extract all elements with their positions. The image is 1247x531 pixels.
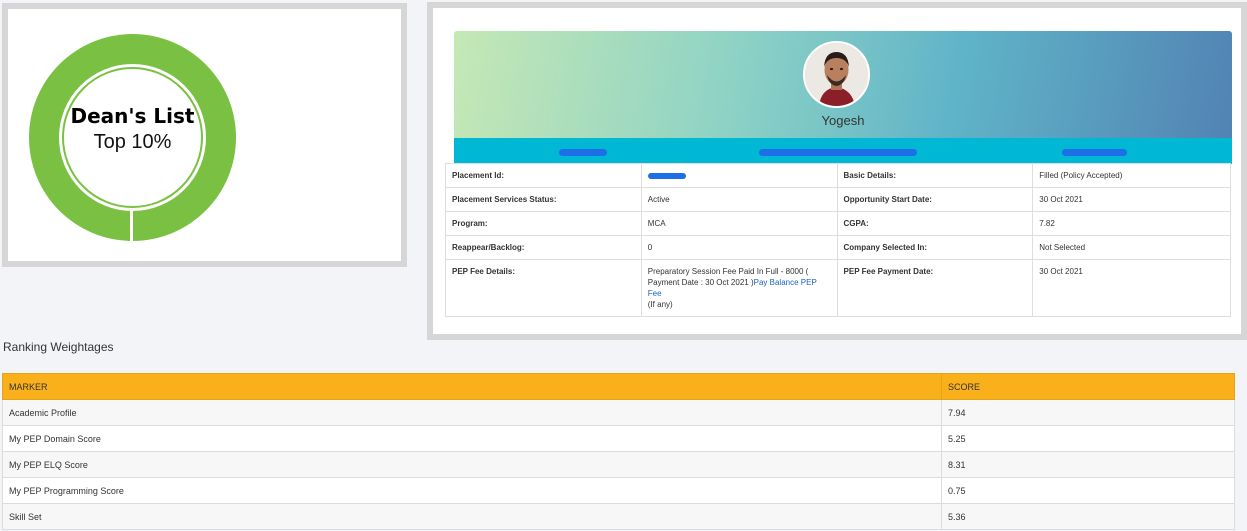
detail-label: Placement Services Status: (445, 187, 642, 212)
detail-value: Active (640, 187, 838, 212)
deans-list-subtitle: Top 10% (93, 131, 172, 153)
marker-cell: My PEP ELQ Score (2, 451, 942, 478)
detail-label: Company Selected In: (836, 235, 1034, 260)
profile-info-strip (454, 138, 1232, 164)
score-cell: 5.36 (941, 503, 1235, 530)
deans-list-donut: Dean's List Top 10% (29, 34, 236, 244)
marker-cell: Skill Set (2, 503, 942, 530)
detail-label: Placement Id: (445, 163, 642, 188)
detail-value (640, 163, 838, 188)
marker-cell: My PEP Domain Score (2, 425, 942, 452)
detail-value: Filled (Policy Accepted) (1032, 163, 1231, 188)
table-row: Reappear/Backlog: 0 Company Selected In:… (445, 235, 1231, 260)
detail-label: Opportunity Start Date: (836, 187, 1034, 212)
table-row: My PEP ELQ Score 8.31 (2, 451, 1235, 478)
table-row: Program: MCA CGPA: 7.82 (445, 211, 1231, 236)
table-row: Skill Set 5.36 (2, 503, 1235, 530)
pep-fee-suffix: (If any) (647, 300, 673, 309)
ranking-table: MARKER SCORE Academic Profile 7.94 My PE… (2, 373, 1235, 530)
table-header-row: MARKER SCORE (2, 373, 1235, 400)
redaction-mark (1062, 149, 1127, 156)
detail-label: Reappear/Backlog: (445, 235, 642, 260)
table-row: My PEP Programming Score 0.75 (2, 477, 1235, 504)
redaction-mark (647, 173, 686, 179)
detail-value: 30 Oct 2021 (1032, 259, 1231, 317)
score-cell: 5.25 (941, 425, 1235, 452)
table-row: PEP Fee Details: Preparatory Session Fee… (445, 259, 1231, 317)
detail-value: MCA (640, 211, 838, 236)
detail-value: 30 Oct 2021 (1032, 187, 1231, 212)
marker-cell: Academic Profile (2, 399, 942, 426)
detail-label: Program: (445, 211, 642, 236)
table-row: My PEP Domain Score 5.25 (2, 425, 1235, 452)
table-row: Academic Profile 7.94 (2, 399, 1235, 426)
profile-card: Yogesh Placement Id: Basic Details: Fill… (427, 2, 1247, 340)
column-header-score: SCORE (941, 373, 1235, 400)
detail-value: 0 (640, 235, 838, 260)
deans-list-title: Dean's List (70, 104, 195, 128)
detail-value: Not Selected (1032, 235, 1231, 260)
avatar (803, 41, 870, 108)
marker-cell: My PEP Programming Score (2, 477, 942, 504)
table-row: Placement Services Status: Active Opport… (445, 187, 1231, 212)
detail-value: 7.82 (1032, 211, 1231, 236)
score-cell: 0.75 (941, 477, 1235, 504)
redaction-mark (559, 149, 607, 156)
column-header-marker: MARKER (2, 373, 942, 400)
detail-label: Basic Details: (836, 163, 1034, 188)
score-cell: 8.31 (941, 451, 1235, 478)
placement-details-table: Placement Id: Basic Details: Filled (Pol… (445, 163, 1231, 317)
profile-banner: Yogesh (454, 31, 1232, 138)
deans-list-card: Dean's List Top 10% (2, 3, 407, 267)
profile-name: Yogesh (821, 113, 865, 128)
donut-center: Dean's List Top 10% (62, 67, 203, 208)
table-row: Placement Id: Basic Details: Filled (Pol… (445, 163, 1231, 188)
ranking-title: Ranking Weightages (3, 340, 114, 354)
redaction-mark (759, 149, 917, 156)
detail-label: PEP Fee Details: (445, 259, 642, 317)
score-cell: 7.94 (941, 399, 1235, 426)
detail-value: Preparatory Session Fee Paid In Full - 8… (640, 259, 838, 317)
detail-label: CGPA: (836, 211, 1034, 236)
detail-label: PEP Fee Payment Date: (836, 259, 1034, 317)
